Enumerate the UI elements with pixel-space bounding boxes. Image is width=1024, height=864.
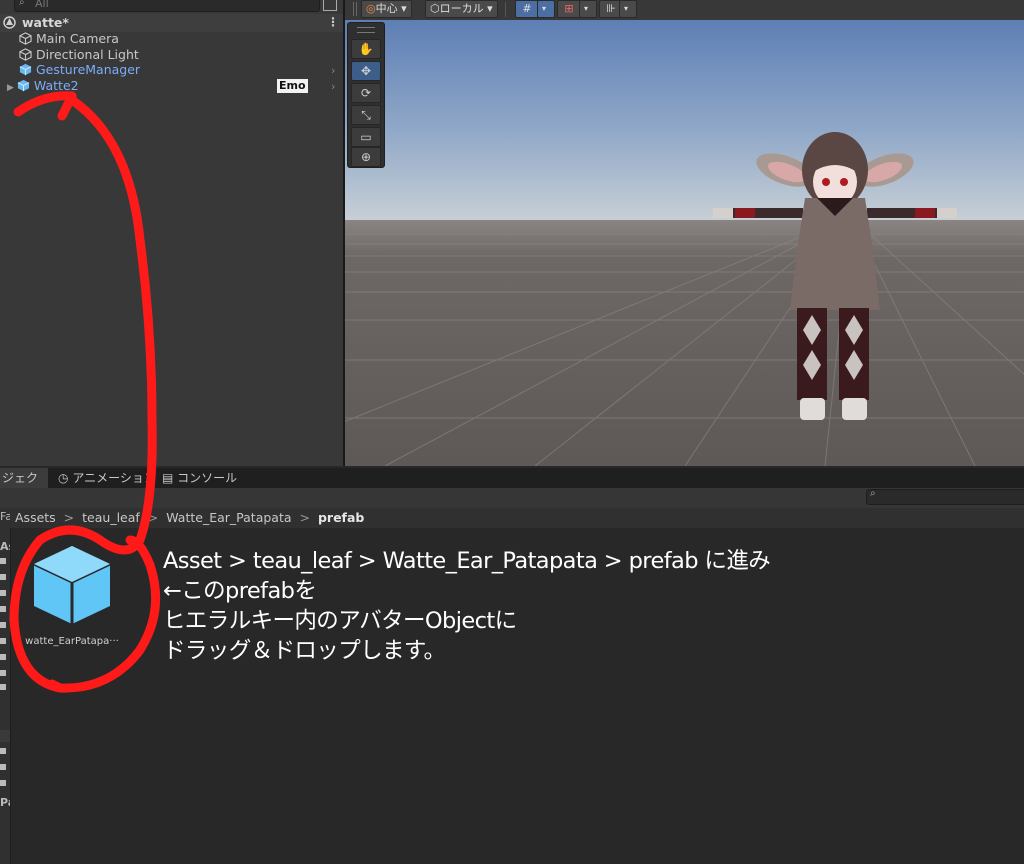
prefab-cube-icon	[33, 546, 111, 624]
hierarchy-search-placeholder: All	[35, 0, 49, 10]
folder-icon	[0, 684, 6, 690]
breadcrumb-current: prefab	[317, 510, 365, 525]
move-tool-icon[interactable]: ✥	[351, 61, 381, 81]
unity-scene-icon	[3, 16, 16, 29]
hierarchy-search-input[interactable]: ⌕ All	[14, 0, 320, 12]
local-cube-icon: ⬡	[430, 2, 440, 15]
hand-tool-icon[interactable]: ✋	[351, 39, 381, 59]
folder-icon	[0, 574, 6, 580]
tree-item-watte2[interactable]: ▶ Watte2	[7, 78, 79, 94]
scene-render[interactable]	[345, 20, 1024, 466]
tab-project[interactable]: ジェクト	[0, 468, 48, 505]
scene-toolbar: ◎中心 ▾ ⬡ローカル ▾ # ▾ ⊞ ▾ ⊪ ▾	[345, 0, 1024, 21]
prefab-cube-icon	[19, 63, 32, 76]
space-label: ローカル	[439, 2, 484, 15]
space-mode-dropdown[interactable]: ⬡ローカル ▾	[425, 0, 498, 18]
pivot-mode-dropdown[interactable]: ◎中心 ▾	[361, 0, 412, 18]
folder-icon	[0, 670, 6, 676]
instruction-text: Asset > teau_leaf > Watte_Ear_Patapata >…	[163, 546, 771, 666]
breadcrumb-separator: >	[299, 510, 310, 525]
scene-root-row[interactable]: watte* ⋮	[0, 14, 343, 32]
tree-item-main-camera[interactable]: Main Camera	[19, 31, 119, 47]
toolbar-grip-icon	[353, 2, 357, 16]
breadcrumb-separator: >	[147, 510, 159, 525]
foldout-arrow-icon[interactable]: ▶	[7, 83, 14, 93]
project-folder-tree[interactable]: Fa As Pa	[0, 508, 11, 864]
folder-icon	[0, 558, 6, 564]
scene-name: watte*	[22, 15, 69, 30]
rect-tool-icon[interactable]: ▭	[351, 127, 381, 147]
folder-tree-selection	[0, 730, 10, 742]
grid-snap-dropdown-icon[interactable]: ▾	[537, 0, 555, 18]
tree-item-gesture-manager[interactable]: GestureManager	[19, 62, 140, 78]
pivot-icon: ◎	[366, 2, 376, 15]
tree-item-label: Directional Light	[36, 47, 139, 62]
instruction-line: ←このprefabを	[163, 578, 317, 604]
breadcrumb-item[interactable]: Assets	[15, 510, 56, 525]
project-search-input[interactable]: ⌕	[866, 488, 1024, 505]
clock-icon: ◷	[58, 471, 69, 485]
increment-snap-dropdown-icon[interactable]: ▾	[579, 0, 597, 18]
folder-icon	[0, 654, 6, 660]
increment-snap-icon[interactable]: ⊞	[557, 0, 581, 18]
tab-animation[interactable]: ◷ アニメーション	[58, 468, 156, 488]
tree-item-label: Watte2	[33, 78, 79, 93]
instruction-line: Asset > teau_leaf > Watte_Ear_Patapata >…	[163, 548, 771, 574]
prefab-cube-icon	[17, 79, 30, 92]
console-icon: ▤	[162, 471, 174, 485]
gameobject-cube-icon	[19, 32, 32, 45]
scale-tool-icon[interactable]: ⤡	[351, 105, 381, 125]
breadcrumb: Assets > teau_leaf > Watte_Ear_Patapata …	[10, 508, 1024, 528]
instruction-line: ドラッグ＆ドロップします。	[163, 638, 446, 664]
grid-snap-icon[interactable]: #	[515, 0, 539, 18]
folder-icon	[0, 590, 6, 596]
palette-grip-icon[interactable]	[357, 27, 375, 33]
tree-item-label: Main Camera	[36, 31, 119, 46]
search-icon: ⌕	[870, 488, 876, 499]
rotate-tool-icon[interactable]: ⟳	[351, 83, 381, 103]
emo-badge: Emo	[277, 79, 308, 93]
folder-icon	[0, 622, 6, 628]
breadcrumb-separator: >	[63, 510, 75, 525]
tree-item-directional-light[interactable]: Directional Light	[19, 47, 139, 63]
tab-console-label: コンソール	[177, 471, 238, 485]
chevron-right-icon[interactable]: ›	[331, 64, 335, 77]
tool-palette: ✋ ✥ ⟳ ⤡ ▭ ⊕	[347, 22, 385, 168]
scene-visibility-icon[interactable]	[323, 0, 337, 11]
folder-icon	[0, 764, 6, 770]
toolbar-separator	[505, 2, 506, 17]
folder-icon	[0, 780, 6, 786]
bottom-tabbar: ジェクト ◷ アニメーション ▤ コンソール	[0, 468, 1024, 505]
breadcrumb-item[interactable]: teau_leaf	[82, 510, 140, 525]
gameobject-cube-icon	[19, 48, 32, 61]
folder-tree-label: Pa	[0, 796, 10, 809]
folder-icon	[0, 748, 6, 754]
instruction-line: ヒエラルキー内のアバターObjectに	[163, 608, 517, 634]
scene-viewport[interactable]	[345, 20, 1024, 466]
asset-prefab-tile[interactable]	[24, 540, 120, 650]
chevron-right-icon[interactable]: ›	[331, 80, 335, 93]
folder-icon	[0, 638, 6, 644]
tab-console[interactable]: ▤ コンソール	[162, 468, 237, 488]
breadcrumb-item[interactable]: Watte_Ear_Patapata	[166, 510, 291, 525]
folder-tree-label: As	[0, 540, 10, 553]
search-icon: ⌕	[19, 0, 25, 8]
kebab-menu-icon[interactable]: ⋮	[327, 15, 339, 29]
tab-animation-label: アニメーション	[72, 471, 156, 485]
asset-prefab-label: watte_EarPatapa···	[25, 636, 119, 647]
ruler-dropdown-icon[interactable]: ▾	[619, 0, 637, 18]
transform-tool-icon[interactable]: ⊕	[351, 147, 381, 167]
folder-icon	[0, 606, 6, 612]
tree-item-label: GestureManager	[36, 62, 141, 77]
pivot-label: 中心	[375, 2, 398, 15]
